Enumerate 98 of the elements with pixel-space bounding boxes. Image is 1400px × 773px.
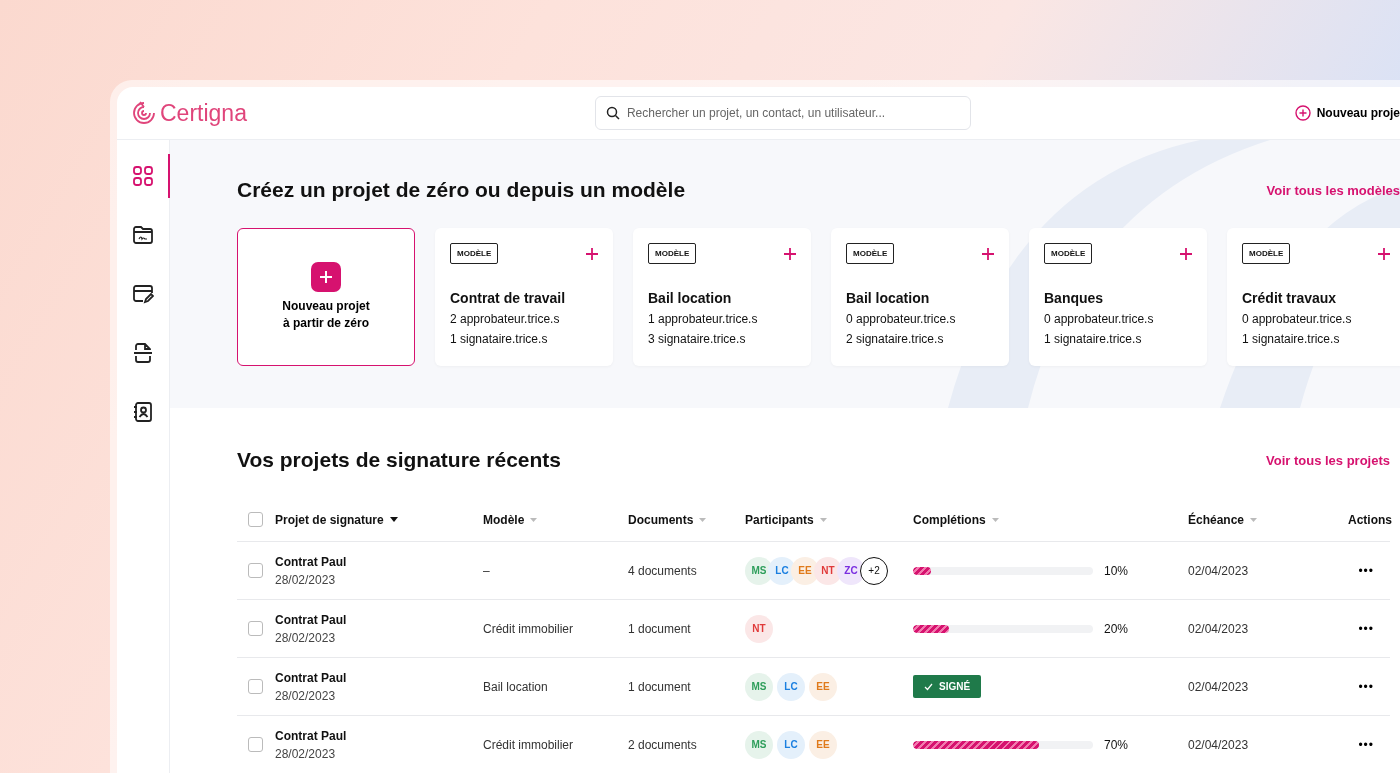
search-field[interactable]: Rechercher un projet, un contact, un utilisateur... — [594, 96, 971, 130]
signers-count: 1 signataire.trice.s — [1044, 332, 1143, 346]
project-name: Contrat Paul — [275, 612, 348, 627]
documents-cell-text: 1 document — [628, 679, 692, 694]
project-name: Contrat Paul — [275, 670, 348, 685]
plus-icon[interactable] — [784, 247, 796, 260]
more-actions-button[interactable]: ••• — [1358, 737, 1374, 752]
template-cell-text: Crédit immobilier — [483, 737, 575, 752]
template-cell-text: Crédit immobilier — [483, 621, 575, 636]
approvers-count: 0 approbateur.trice.s — [846, 312, 957, 326]
template-title: Bail location — [846, 290, 931, 306]
logo-icon — [132, 100, 156, 126]
more-participants-badge[interactable]: +2 — [860, 556, 888, 585]
template-card[interactable]: MODÈLE Bail location 0 approbateur.trice.s 2 signataire.trice.s — [831, 228, 1009, 366]
document-scan-icon — [131, 342, 154, 364]
search-icon — [605, 106, 620, 120]
column-header[interactable]: Projet de signature — [275, 512, 483, 527]
check-icon — [924, 682, 933, 691]
section-title: Vos projets de signature récents — [237, 448, 562, 472]
due-date: 02/04/2023 — [1188, 737, 1250, 752]
participant-avatar: MS — [745, 730, 773, 759]
participant-avatar: MS — [745, 672, 773, 701]
template-card[interactable]: MODÈLE Contrat de travail 2 approbateur.trice.s 1 signataire.trice.s — [435, 228, 613, 366]
template-card[interactable]: MODÈLE Bail location 1 approbateur.trice.s 3 signataire.trice.s — [633, 228, 811, 366]
project-name: Contrat Paul — [275, 554, 348, 569]
participant-avatar: LC — [777, 672, 805, 701]
project-name: Contrat Paul — [275, 728, 348, 743]
section-title: Créez un projet de zéro ou depuis un modèle — [237, 178, 686, 202]
project-date: 28/02/2023 — [275, 572, 337, 587]
participant-avatar: ZC — [837, 556, 865, 585]
contact-book-icon — [131, 401, 154, 423]
template-badge: MODÈLE — [1242, 243, 1291, 264]
more-actions-button[interactable]: ••• — [1358, 679, 1374, 694]
column-header[interactable]: Échéance — [1188, 512, 1348, 527]
see-all-projects-link[interactable]: Voir tous les projets — [1266, 452, 1390, 468]
project-date: 28/02/2023 — [275, 688, 337, 703]
plus-icon[interactable] — [586, 247, 598, 260]
template-cell-text: – — [483, 563, 491, 578]
column-header[interactable]: Actions — [1348, 512, 1392, 527]
column-header[interactable]: Complétions — [913, 512, 1188, 527]
completion-percent: 20% — [1104, 621, 1129, 636]
signers-count: 1 signataire.trice.s — [450, 332, 549, 346]
template-title: Crédit travaux — [1242, 290, 1338, 306]
approvers-count: 0 approbateur.trice.s — [1044, 312, 1155, 326]
column-header[interactable]: Modèle — [483, 512, 628, 527]
checkbox[interactable] — [248, 679, 263, 694]
participant-avatar: LC — [777, 730, 805, 759]
plus-icon[interactable] — [982, 247, 994, 260]
project-date: 28/02/2023 — [275, 630, 337, 645]
approvers-count: 2 approbateur.trice.s — [450, 312, 561, 326]
signed-badge: SIGNÉ — [913, 675, 982, 698]
approvers-count: 1 approbateur.trice.s — [648, 312, 759, 326]
template-title: Banques — [1044, 290, 1105, 306]
template-cell-text: Bail location — [483, 679, 549, 694]
participant-avatar: MS — [745, 556, 773, 585]
new-project-button[interactable]: Nouveau proje — [1294, 105, 1400, 121]
folder-icon — [131, 224, 154, 246]
template-title: Contrat de travail — [450, 290, 567, 306]
completion-percent: 70% — [1104, 737, 1129, 752]
documents-cell-text: 4 documents — [628, 563, 698, 578]
see-all-templates-link[interactable]: Voir tous les modèles — [1266, 182, 1400, 198]
logo-text: Certigna — [160, 99, 247, 127]
column-header[interactable]: Participants — [745, 512, 913, 527]
template-badge: MODÈLE — [450, 243, 499, 264]
approvers-count: 0 approbateur.trice.s — [1242, 312, 1353, 326]
participant-avatar: EE — [809, 672, 837, 701]
checkbox[interactable] — [248, 737, 263, 752]
template-card[interactable]: MODÈLE Banques 0 approbateur.trice.s 1 signataire.trice.s — [1029, 228, 1207, 366]
plus-icon — [311, 262, 341, 293]
due-date: 02/04/2023 — [1188, 679, 1250, 694]
checkbox[interactable] — [248, 512, 263, 527]
card-pen-icon — [131, 283, 154, 305]
template-badge: MODÈLE — [1044, 243, 1093, 264]
signers-count: 3 signataire.trice.s — [648, 332, 747, 346]
new-project-card[interactable]: Nouveau projet à partir de zéro — [237, 228, 415, 366]
participant-avatar: EE — [809, 730, 837, 759]
checkbox[interactable] — [248, 621, 263, 636]
plus-icon[interactable] — [1378, 247, 1390, 260]
column-header[interactable]: Documents — [628, 512, 745, 527]
plus-icon[interactable] — [1180, 247, 1192, 260]
due-date: 02/04/2023 — [1188, 563, 1250, 578]
template-badge: MODÈLE — [648, 243, 697, 264]
due-date: 02/04/2023 — [1188, 621, 1250, 636]
more-actions-button[interactable]: ••• — [1358, 621, 1374, 636]
checkbox[interactable] — [248, 563, 263, 578]
completion-percent: 10% — [1104, 563, 1129, 578]
template-card[interactable]: MODÈLE Crédit travaux 0 approbateur.trice.s 1 signataire.trice.s — [1227, 228, 1400, 366]
template-badge: MODÈLE — [846, 243, 895, 264]
documents-cell-text: 2 documents — [628, 737, 698, 752]
signers-count: 1 signataire.trice.s — [1242, 332, 1341, 346]
project-date: 28/02/2023 — [275, 746, 337, 761]
plus-circle-icon — [1294, 105, 1311, 121]
participant-avatar: NT — [745, 614, 773, 643]
grid-icon — [131, 165, 154, 187]
template-title: Bail location — [648, 290, 733, 306]
documents-cell-text: 1 document — [628, 621, 692, 636]
more-actions-button[interactable]: ••• — [1358, 563, 1374, 578]
signers-count: 2 signataire.trice.s — [846, 332, 945, 346]
